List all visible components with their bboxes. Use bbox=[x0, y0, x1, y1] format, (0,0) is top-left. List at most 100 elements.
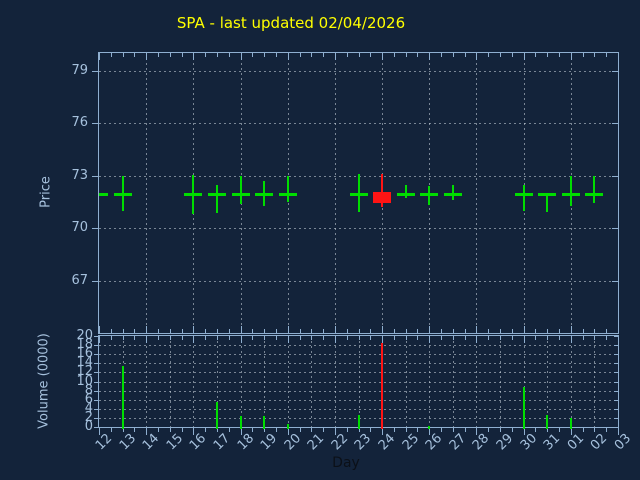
volume-bottom-tick bbox=[276, 428, 277, 432]
price-top-tick bbox=[182, 53, 183, 57]
price-top-tick bbox=[535, 53, 536, 57]
volume-bottom-tick bbox=[406, 428, 407, 432]
price-gridline-h bbox=[99, 123, 618, 124]
volume-bottom-tick bbox=[394, 428, 395, 432]
volume-gridline-v bbox=[311, 336, 312, 427]
volume-top-tick bbox=[571, 336, 572, 343]
volume-bottom-tick bbox=[583, 428, 584, 432]
candle-body-day-24 bbox=[373, 192, 391, 203]
volume-ytick-mirror bbox=[614, 427, 618, 428]
price-bottom-tick bbox=[252, 329, 253, 333]
x-tick-label: 26 bbox=[423, 431, 446, 454]
candle-wick-day-18 bbox=[240, 176, 242, 204]
volume-bottom-tick bbox=[335, 428, 336, 435]
chart-title: SPA - last updated 02/04/2026 bbox=[176, 14, 406, 32]
price-top-tick bbox=[594, 53, 595, 57]
price-top-tick bbox=[429, 53, 430, 60]
volume-top-tick bbox=[205, 336, 206, 340]
volume-bottom-tick bbox=[347, 428, 348, 432]
volume-top-tick bbox=[229, 336, 230, 340]
price-top-tick bbox=[370, 53, 371, 57]
price-top-tick bbox=[453, 53, 454, 57]
volume-bottom-tick bbox=[465, 428, 466, 432]
volume-bottom-tick bbox=[535, 428, 536, 432]
price-top-tick bbox=[146, 53, 147, 60]
price-bottom-tick bbox=[99, 326, 100, 333]
x-tick-label: 13 bbox=[117, 431, 140, 454]
price-gridline-h bbox=[99, 71, 618, 72]
price-top-tick bbox=[276, 53, 277, 57]
x-tick-label: 27 bbox=[447, 431, 470, 454]
price-top-tick bbox=[559, 53, 560, 57]
candle-body-day-01 bbox=[562, 193, 580, 196]
candle-wick-day-31 bbox=[546, 194, 548, 212]
price-bottom-tick bbox=[571, 326, 572, 333]
volume-bottom-tick bbox=[146, 428, 147, 435]
candle-body-day-31 bbox=[538, 193, 556, 196]
candle-wick-day-01 bbox=[570, 176, 572, 206]
x-tick-label: 12 bbox=[93, 431, 116, 454]
candle-wick-day-30 bbox=[523, 185, 525, 211]
volume-gridline-v bbox=[594, 336, 595, 427]
volume-top-tick bbox=[594, 336, 595, 340]
price-bottom-tick bbox=[276, 329, 277, 333]
price-bottom-tick bbox=[488, 329, 489, 333]
price-top-tick bbox=[241, 53, 242, 60]
x-tick-label: 19 bbox=[258, 431, 281, 454]
price-top-tick bbox=[394, 53, 395, 57]
volume-top-tick bbox=[524, 336, 525, 343]
volume-gridline-v bbox=[264, 336, 265, 427]
volume-bottom-tick bbox=[264, 428, 265, 432]
x-tick-label: 02 bbox=[588, 431, 611, 454]
volume-top-tick bbox=[276, 336, 277, 340]
volume-gridline-v bbox=[429, 336, 430, 427]
volume-ytick-mirror bbox=[614, 391, 618, 392]
x-tick-label: 18 bbox=[235, 431, 258, 454]
price-bottom-tick bbox=[382, 326, 383, 333]
x-tick-label: 17 bbox=[211, 431, 234, 454]
candle-body-day-13 bbox=[114, 193, 132, 196]
volume-top-tick bbox=[111, 336, 112, 340]
volume-ytick-mirror bbox=[614, 354, 618, 355]
price-top-tick bbox=[524, 53, 525, 60]
volume-top-tick bbox=[158, 336, 159, 340]
price-bottom-tick bbox=[359, 329, 360, 333]
volume-top-tick bbox=[217, 336, 218, 340]
volume-ytick-mirror bbox=[614, 336, 618, 337]
price-axis-title: Price bbox=[38, 176, 54, 208]
volume-bottom-tick bbox=[229, 428, 230, 432]
volume-bottom-tick bbox=[476, 428, 477, 435]
volume-bottom-tick bbox=[205, 428, 206, 432]
volume-plot-area bbox=[98, 335, 619, 428]
volume-bottom-tick bbox=[359, 428, 360, 432]
price-bottom-tick bbox=[406, 329, 407, 333]
price-bottom-tick bbox=[146, 326, 147, 333]
x-axis-title: Day bbox=[332, 455, 360, 471]
volume-top-tick bbox=[535, 336, 536, 340]
price-top-tick bbox=[170, 53, 171, 57]
price-bottom-tick bbox=[512, 329, 513, 333]
candle-body-day-19 bbox=[255, 193, 273, 196]
volume-gridline-v bbox=[406, 336, 407, 427]
price-top-tick bbox=[252, 53, 253, 57]
price-top-tick bbox=[264, 53, 265, 57]
price-ytick-mirror bbox=[612, 123, 618, 124]
volume-top-tick bbox=[606, 336, 607, 340]
x-tick-label: 15 bbox=[164, 431, 187, 454]
volume-top-tick bbox=[417, 336, 418, 340]
price-bottom-tick bbox=[205, 329, 206, 333]
price-top-tick bbox=[500, 53, 501, 57]
volume-bottom-tick bbox=[323, 428, 324, 432]
price-top-tick bbox=[323, 53, 324, 57]
volume-bottom-tick bbox=[170, 428, 171, 432]
price-top-tick bbox=[99, 53, 100, 60]
price-top-tick bbox=[441, 53, 442, 57]
price-ytick-label: 79 bbox=[71, 63, 88, 78]
candle-body-day-18 bbox=[232, 193, 250, 196]
price-top-tick bbox=[359, 53, 360, 57]
volume-bottom-tick bbox=[241, 428, 242, 435]
volume-ytick-mirror bbox=[614, 418, 618, 419]
volume-bottom-tick bbox=[429, 428, 430, 435]
volume-gridline-v bbox=[241, 336, 242, 427]
volume-top-tick bbox=[347, 336, 348, 340]
